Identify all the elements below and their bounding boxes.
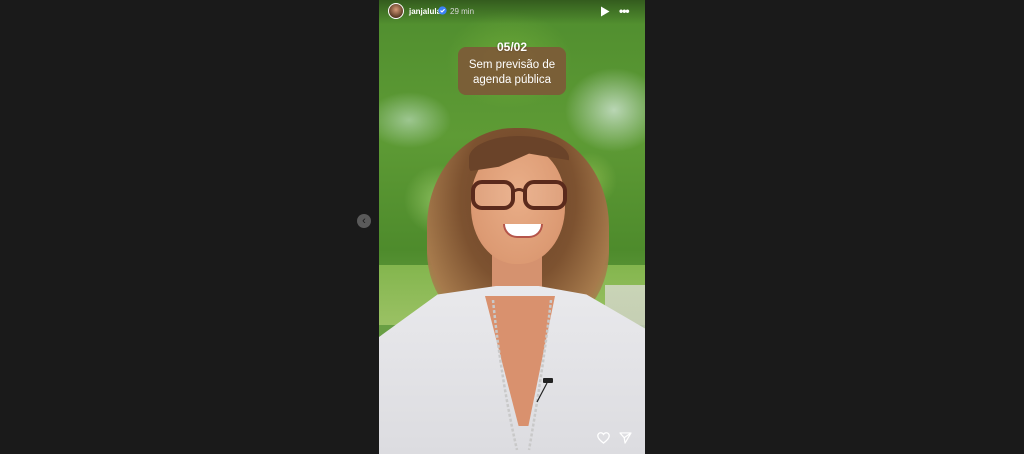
necklace: [491, 300, 553, 451]
chevron-left-icon: ‹: [362, 214, 366, 227]
sticker-text-line-1: Sem previsão de: [468, 59, 556, 71]
send-icon[interactable]: [619, 432, 632, 444]
story-viewer[interactable]: janjalula 29 min ••• 05/02 Sem previsão …: [379, 0, 645, 454]
post-timestamp: 29 min: [450, 7, 475, 16]
username[interactable]: janjalula: [409, 7, 441, 16]
sticker-text-line-2: agenda pública: [472, 74, 551, 86]
sticker-date: 05/02: [496, 40, 528, 54]
glasses: [471, 180, 567, 210]
verified-badge-icon: [438, 6, 447, 15]
avatar[interactable]: [388, 3, 404, 19]
heart-icon[interactable]: [597, 432, 610, 444]
play-icon[interactable]: [600, 6, 610, 17]
text-sticker: 05/02 Sem previsão de agenda pública: [458, 40, 566, 95]
previous-story-button[interactable]: ‹: [357, 214, 371, 228]
more-icon[interactable]: •••: [619, 5, 633, 17]
